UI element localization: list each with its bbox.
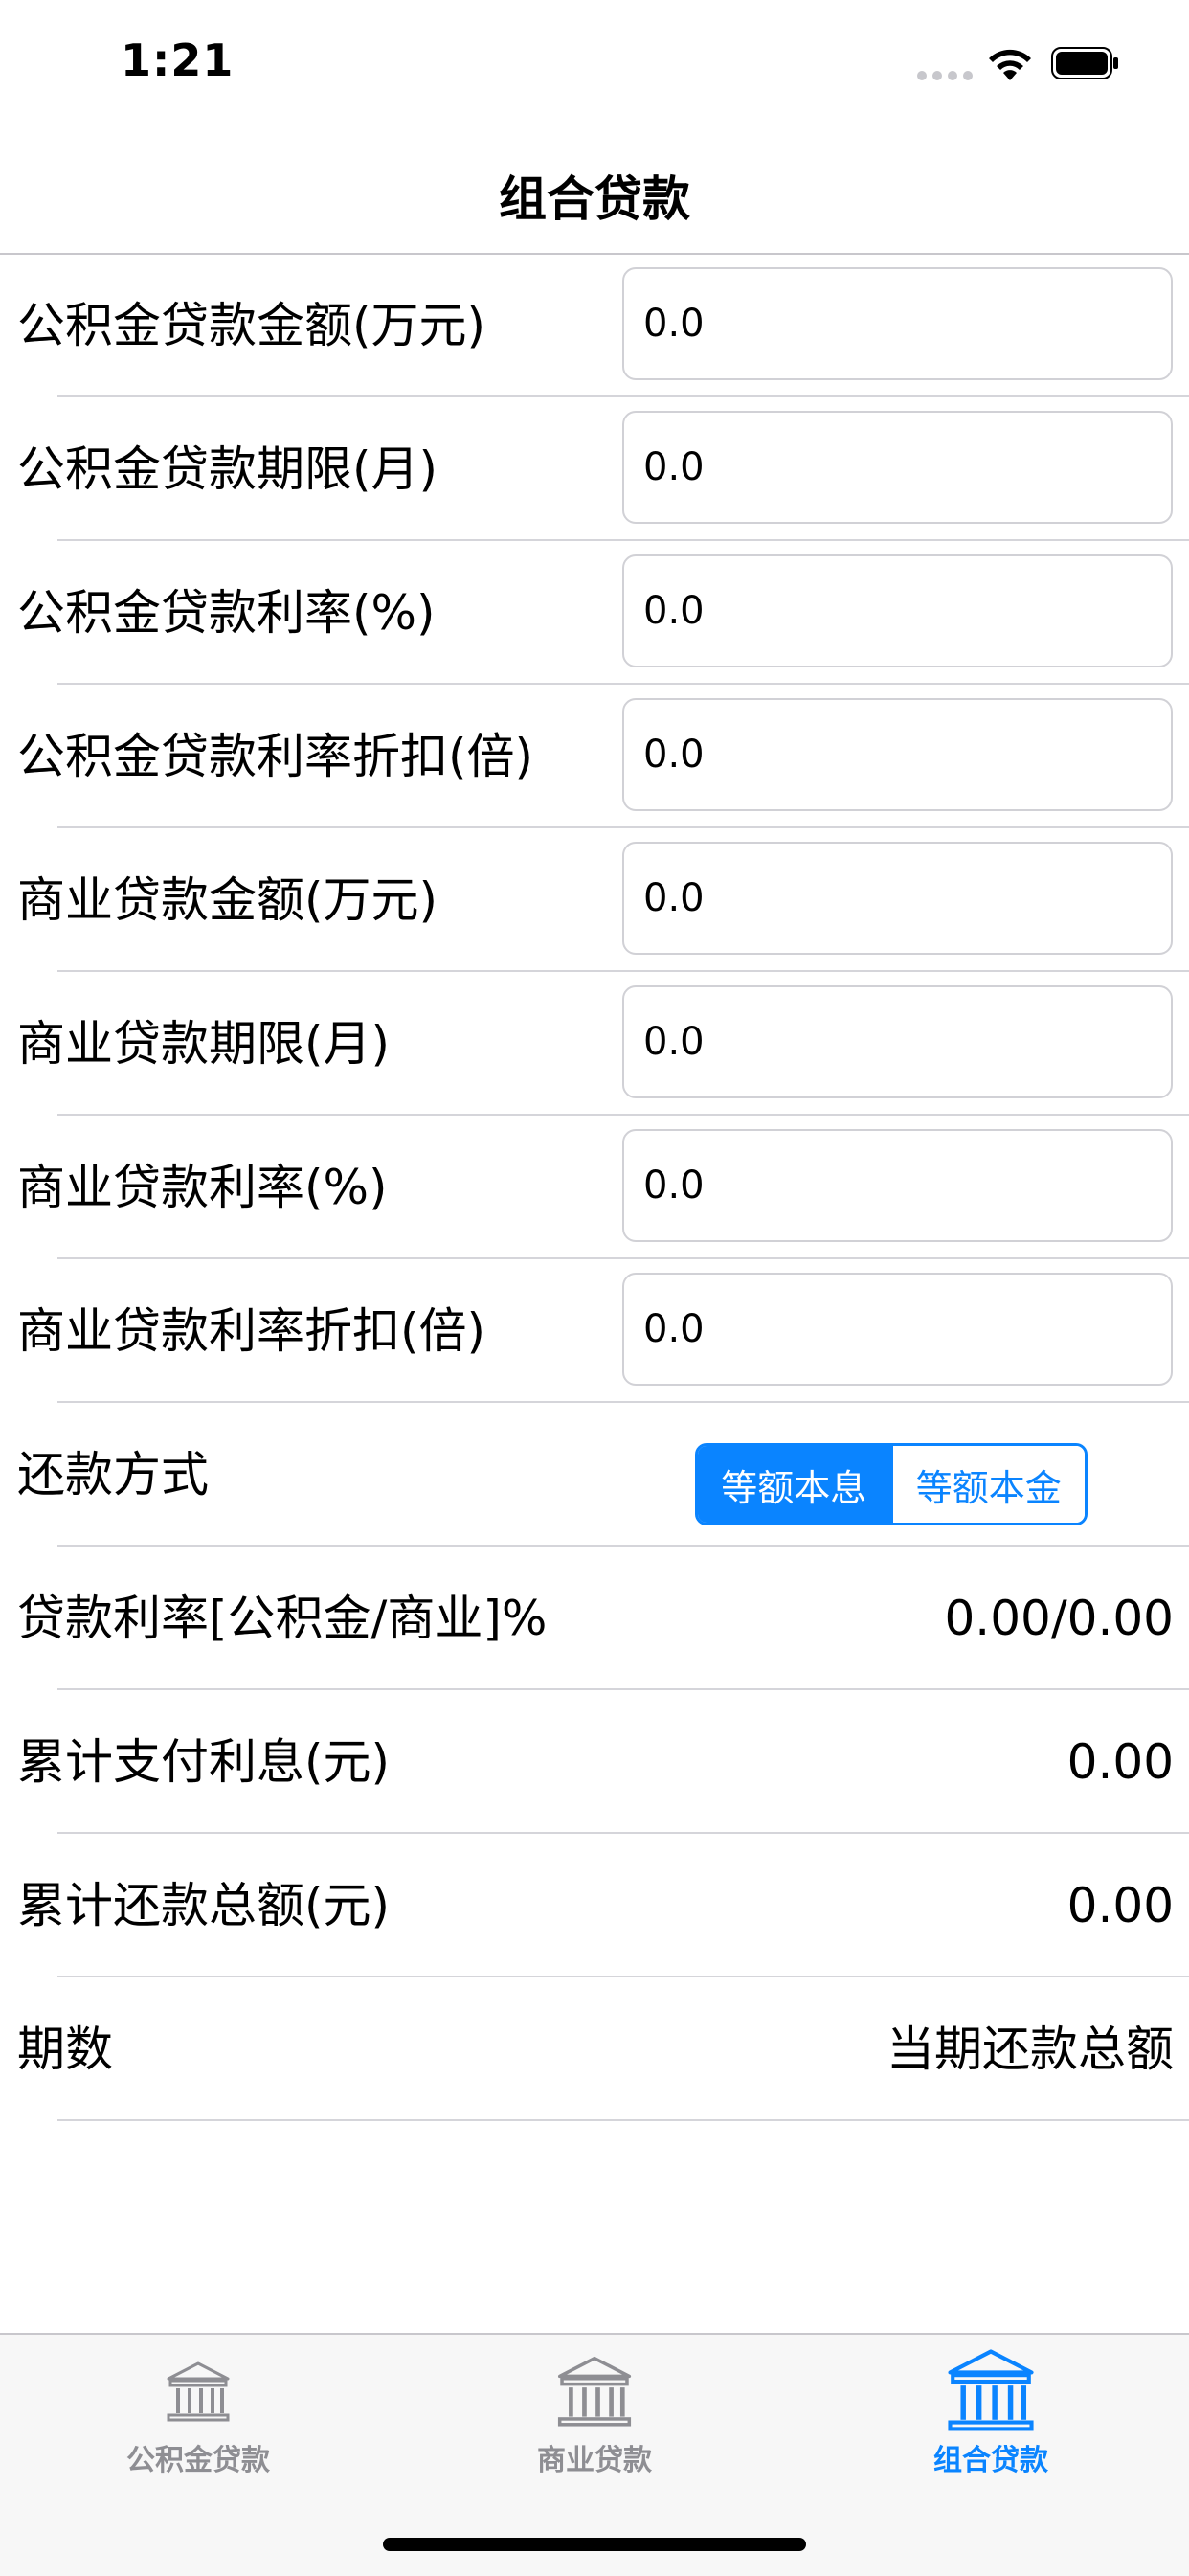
housing-fund-term-label: 公积金贷款期限(月) — [17, 441, 438, 497]
housing-fund-discount-label: 公积金贷款利率折扣(倍) — [17, 729, 534, 784]
total-interest-row: 累计支付利息(元) 0.00 — [0, 1690, 1189, 1834]
equal-installment-segment[interactable]: 等额本息 — [698, 1446, 890, 1523]
bank-icon — [557, 2356, 632, 2427]
cellular-signal-icon — [917, 71, 973, 80]
commercial-amount-row: 商业贷款金额(万元) — [0, 828, 1189, 972]
page-title: 组合贷款 — [499, 171, 690, 227]
period-header-row: 期数 当期还款总额 — [0, 1977, 1189, 2121]
housing-fund-rate-label: 公积金贷款利率(%) — [17, 585, 436, 641]
wifi-icon — [989, 49, 1031, 80]
total-repayment-row: 累计还款总额(元) 0.00 — [0, 1834, 1189, 1977]
tab-commercial-loan[interactable]: 商业贷款 — [396, 2335, 793, 2497]
tab-bar: 公积金贷款 商业贷款 组合贷款 — [0, 2333, 1189, 2576]
housing-fund-amount-input[interactable] — [622, 267, 1173, 380]
tab-combined-loan[interactable]: 组合贷款 — [793, 2335, 1189, 2497]
tab-label: 组合贷款 — [933, 2444, 1048, 2477]
status-bar: 1:21 — [0, 0, 1189, 126]
housing-fund-term-input[interactable] — [622, 411, 1173, 524]
commercial-discount-label: 商业贷款利率折扣(倍) — [17, 1303, 486, 1359]
total-repayment-value: 0.00 — [1066, 1878, 1174, 1933]
commercial-amount-input[interactable] — [622, 842, 1173, 955]
commercial-amount-label: 商业贷款金额(万元) — [17, 872, 438, 928]
navigation-bar: 组合贷款 — [0, 126, 1189, 255]
commercial-term-label: 商业贷款期限(月) — [17, 1016, 391, 1072]
total-interest-label: 累计支付利息(元) — [17, 1734, 391, 1790]
commercial-discount-input[interactable] — [622, 1273, 1173, 1386]
commercial-term-row: 商业贷款期限(月) — [0, 972, 1189, 1116]
repayment-method-segmented-control: 等额本息 等额本金 — [695, 1443, 1088, 1525]
period-payment-header: 当期还款总额 — [886, 2022, 1174, 2077]
housing-fund-amount-row: 公积金贷款金额(万元) — [0, 254, 1189, 397]
bank-icon — [948, 2349, 1034, 2431]
commercial-rate-row: 商业贷款利率(%) — [0, 1116, 1189, 1259]
loan-rate-row: 贷款利率[公积金/商业]% 0.00/0.00 — [0, 1547, 1189, 1690]
commercial-term-input[interactable] — [622, 985, 1173, 1098]
tab-label: 商业贷款 — [537, 2444, 652, 2477]
commercial-rate-input[interactable] — [622, 1129, 1173, 1242]
loan-rate-label: 贷款利率[公积金/商业]% — [17, 1591, 548, 1646]
period-count-label: 期数 — [17, 2022, 113, 2077]
total-repayment-label: 累计还款总额(元) — [17, 1878, 391, 1933]
repayment-method-label: 还款方式 — [17, 1447, 209, 1503]
repayment-method-row: 还款方式 等额本息 等额本金 — [0, 1403, 1189, 1547]
housing-fund-rate-row: 公积金贷款利率(%) — [0, 541, 1189, 685]
battery-icon — [1051, 47, 1118, 79]
housing-fund-discount-row: 公积金贷款利率折扣(倍) — [0, 685, 1189, 828]
housing-fund-amount-label: 公积金贷款金额(万元) — [17, 298, 486, 353]
tab-housing-fund-loan[interactable]: 公积金贷款 — [0, 2335, 396, 2497]
commercial-discount-row: 商业贷款利率折扣(倍) — [0, 1259, 1189, 1403]
loan-rate-value: 0.00/0.00 — [944, 1591, 1174, 1646]
housing-fund-term-row: 公积金贷款期限(月) — [0, 397, 1189, 541]
housing-fund-discount-input[interactable] — [622, 698, 1173, 811]
status-time: 1:21 — [121, 34, 235, 86]
commercial-rate-label: 商业贷款利率(%) — [17, 1160, 388, 1215]
bank-icon — [167, 2361, 230, 2422]
housing-fund-rate-input[interactable] — [622, 554, 1173, 667]
tab-label: 公积金贷款 — [126, 2444, 270, 2477]
total-interest-value: 0.00 — [1066, 1734, 1174, 1790]
home-indicator[interactable] — [383, 2538, 806, 2551]
equal-principal-segment[interactable]: 等额本金 — [889, 1446, 1085, 1523]
loan-form: 公积金贷款金额(万元) 公积金贷款期限(月) 公积金贷款利率(%) 公积金贷款利… — [0, 254, 1189, 2121]
